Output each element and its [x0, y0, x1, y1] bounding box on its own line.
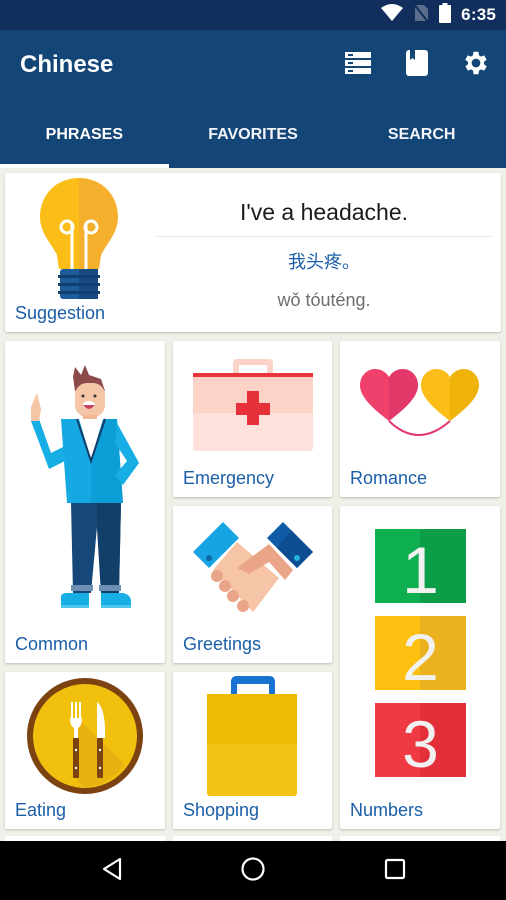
recents-square-icon [384, 858, 406, 885]
tab-search[interactable]: SEARCH [337, 102, 506, 168]
lightbulb-icon [39, 177, 119, 304]
back-button[interactable] [96, 855, 128, 887]
heart-balloons-icon [360, 369, 480, 444]
bookmark-book-icon [406, 49, 428, 81]
category-shopping[interactable]: Shopping [173, 672, 332, 829]
list-icon [345, 51, 371, 79]
first-aid-kit-icon [193, 357, 313, 456]
phrase-divider [157, 236, 491, 237]
category-emergency[interactable]: Emergency [173, 341, 332, 497]
category-label: Greetings [183, 634, 262, 654]
tab-phrases[interactable]: PHRASES [0, 102, 169, 168]
navigation-bar [0, 841, 506, 900]
tab-favorites[interactable]: FAVORITES [169, 102, 338, 168]
back-triangle-icon [101, 857, 123, 886]
battery-icon [439, 2, 452, 28]
phrase-chinese: 我头疼。 [288, 252, 360, 272]
category-label: Eating [15, 800, 67, 820]
plate-cutlery-icon [25, 676, 145, 801]
category-label: Shopping [183, 800, 260, 820]
no-sim-icon [413, 2, 429, 28]
digit-one: 1 [402, 533, 439, 607]
numbers-blocks-icon: 1 2 3 [375, 529, 466, 782]
category-numbers[interactable]: 1 2 3 Numbers [340, 506, 500, 829]
suggestion-card[interactable]: Suggestion I've a headache. 我头疼。 wǒ tóut… [5, 173, 501, 332]
status-time: 6:35 [461, 5, 496, 24]
phrase-english: I've a headache. [239, 199, 409, 225]
person-icon [27, 363, 139, 618]
category-eating[interactable]: Eating [5, 672, 165, 829]
recents-button[interactable] [379, 855, 411, 887]
category-common[interactable]: Common [5, 341, 165, 663]
category-romance[interactable]: Romance [340, 341, 500, 497]
digit-two: 2 [402, 620, 439, 694]
digit-three: 3 [402, 707, 439, 777]
category-greetings[interactable]: Greetings [173, 506, 332, 663]
gear-icon [461, 48, 491, 83]
category-label: Numbers [350, 800, 424, 820]
category-label: Common [15, 634, 89, 654]
app-bar: Chinese PHRASES FAVORITES SEARCH [0, 30, 506, 168]
home-button[interactable] [237, 855, 269, 887]
category-label: Romance [350, 468, 428, 488]
home-circle-icon [240, 856, 266, 887]
handshake-icon [193, 522, 313, 623]
suggestion-label: Suggestion [15, 303, 106, 323]
phrase-pinyin: wǒ tóuténg. [277, 290, 371, 310]
settings-button[interactable] [459, 48, 493, 82]
status-bar: 6:35 [0, 0, 506, 30]
tab-bar: PHRASES FAVORITES SEARCH [0, 102, 506, 168]
shopping-bag-icon [207, 676, 299, 801]
bookmarks-button[interactable] [400, 48, 434, 82]
wifi-icon [381, 3, 404, 27]
category-label: Emergency [183, 468, 275, 488]
app-title: Chinese [20, 51, 114, 78]
categories-list-button[interactable] [341, 48, 375, 82]
